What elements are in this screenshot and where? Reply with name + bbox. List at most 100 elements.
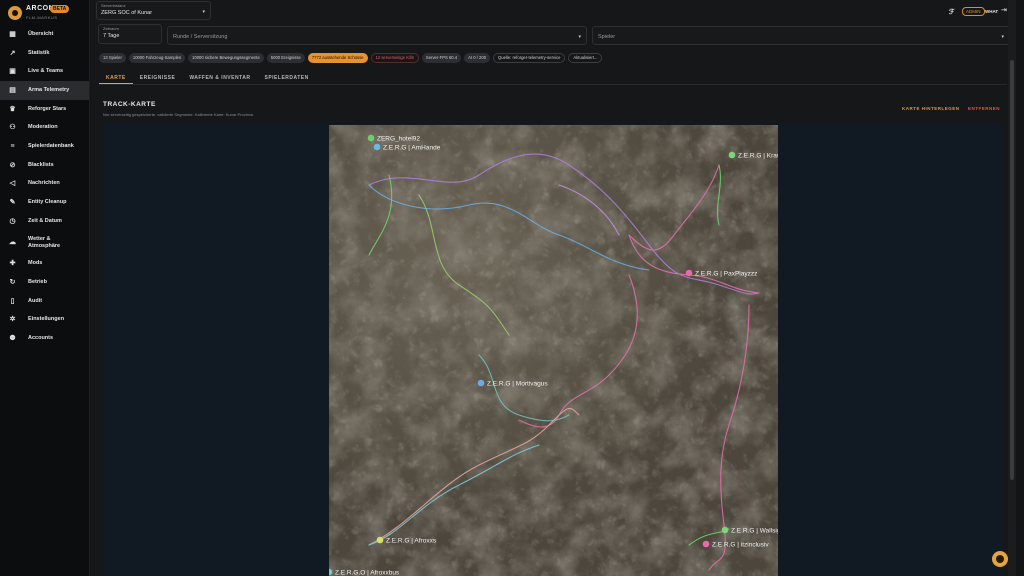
timeframe-value: 7 Tage: [103, 33, 120, 39]
remove-map-button[interactable]: ENTFERNEN: [968, 106, 1000, 111]
sidebar-item-audit[interactable]: ▯ Audit: [0, 292, 89, 311]
player-label: Z.E.R.G | KrawallAtze: [738, 153, 778, 160]
live-icon: ▣: [9, 68, 16, 76]
puzzle-icon: ✚: [9, 260, 16, 268]
sidebar-item-statistik[interactable]: ↗ Statistik: [0, 44, 89, 63]
sidebar-item-übersicht[interactable]: ▦ Übersicht: [0, 25, 89, 44]
timeframe-select[interactable]: Zeitraum 7 Tage: [98, 24, 162, 44]
player-dot[interactable]: [367, 134, 375, 142]
sidebar-item-label: Mods: [28, 260, 43, 267]
stat-chip: 12 serverseitige Kills: [370, 53, 419, 63]
assistant-fab-button[interactable]: [992, 551, 1008, 567]
round-select[interactable]: Runde / Serversitzung ▾: [167, 26, 587, 45]
player-marker[interactable]: Z.E.R.G.O | Afroxxbus: [329, 568, 400, 576]
player-marker[interactable]: Z.E.R.G | Wallsigosh: [721, 526, 778, 535]
tab-karte[interactable]: KARTE: [99, 72, 133, 84]
player-marker[interactable]: Z.E.R.G | AmHande: [373, 143, 441, 152]
user-name[interactable]: WHAT: [985, 9, 998, 18]
map-icon: ▤: [9, 86, 16, 94]
sidebar-item-nachrichten[interactable]: ◁ Nachrichten: [0, 175, 89, 194]
brand-logo-icon: [8, 6, 22, 20]
player-marker[interactable]: Z.E.R.G | PaxPlayzzz: [685, 269, 758, 278]
sidebar-item-label: Spielerdatenbank: [28, 142, 74, 149]
document-icon: ▯: [10, 297, 15, 305]
sidebar-item-zeit-datum[interactable]: ◷ Zeit & Datum: [0, 212, 89, 231]
tab-ereignisse[interactable]: EREIGNISSE: [133, 72, 183, 84]
timeframe-label: Zeitraum: [103, 26, 119, 31]
logout-icon[interactable]: ⇥: [1001, 6, 1007, 15]
sidebar-item-label: Betrieb: [28, 279, 47, 286]
tab-spielerdaten[interactable]: SPIELERDATEN: [258, 72, 316, 84]
map-container: ZERG_hotel92 Z.E.R.G | AmHande Z.E.R.G | K…: [103, 124, 1004, 576]
stat-chip: 13 Spieler: [99, 53, 126, 63]
accounts-icon: ⚉: [9, 335, 16, 343]
app-root: ARCON BETA FLM-MARKUS ▦ Übersicht ↗ Statist…: [0, 0, 1024, 576]
database-icon: ≡: [10, 142, 15, 150]
sidebar-item-label: Entity Cleanup: [28, 199, 67, 206]
server-select[interactable]: Serverinstanz ZERG SOC of Kunar ▾: [96, 1, 211, 20]
gear-icon: ✲: [9, 316, 16, 324]
player-label: Z.E.R.G | itzinclusiv: [712, 542, 769, 549]
player-dot[interactable]: [721, 526, 729, 534]
sidebar-item-label: Moderation: [28, 124, 58, 131]
player-marker[interactable]: Z.E.R.G | Afroxxs: [376, 536, 437, 545]
main-content: Serverinstanz ZERG SOC of Kunar ▾ Zeitra…: [91, 0, 1016, 576]
sidebar-item-label: Accounts: [28, 335, 54, 342]
beta-badge: BETA: [50, 5, 70, 13]
player-dot[interactable]: [702, 540, 710, 548]
brand[interactable]: ARCON BETA FLM-MARKUS: [8, 5, 88, 21]
sidebar-item-mods[interactable]: ✚ Mods: [0, 255, 89, 274]
server-select-value: ZERG SOC of Kunar: [101, 10, 153, 16]
sidebar-item-einstellungen[interactable]: ✲ Einstellungen: [0, 311, 89, 330]
chevron-down-icon: ▾: [578, 34, 581, 40]
tab-bar: KARTE EREIGNISSE WAFFEN & INVENTAR SPIELERD…: [99, 72, 1007, 85]
sidebar-item-label: Blacklists: [28, 161, 54, 168]
player-marker[interactable]: Z.E.R.G | itzinclusiv: [702, 540, 770, 549]
player-dot[interactable]: [685, 269, 693, 277]
megaphone-icon: ◁: [9, 180, 16, 188]
chart-icon: ↗: [9, 49, 16, 57]
notification-icon[interactable]: ℱ: [949, 8, 955, 17]
main-scrollbar[interactable]: [1008, 0, 1016, 576]
sidebar-item-entity-cleanup[interactable]: ✎ Entity Cleanup: [0, 193, 89, 212]
sidebar-item-blacklists[interactable]: ⊘ Blacklists: [0, 156, 89, 175]
map-terrain: ZERG_hotel92 Z.E.R.G | AmHande Z.E.R.G | K…: [329, 125, 778, 576]
player-label: Z.E.R.G | Mortivagus: [487, 381, 548, 388]
sidebar-item-label: Übersicht: [28, 30, 54, 37]
trash-icon: ✎: [9, 199, 16, 207]
sidebar-item-moderation[interactable]: ⚇ Moderation: [0, 118, 89, 137]
sidebar-item-spielerdatenbank[interactable]: ≡ Spielerdatenbank: [0, 137, 89, 156]
player-dot[interactable]: [373, 143, 381, 151]
stat-chip: Aktualisiert...: [568, 53, 603, 63]
save-map-button[interactable]: KARTE HINTERLEGEN: [902, 106, 960, 111]
stat-chip: 10000 Fahrzeug-Samples: [128, 53, 186, 63]
sidebar-item-wetter-atmosphäre[interactable]: ☁ Wetter & Atmosphäre: [0, 231, 89, 255]
player-dot[interactable]: [477, 379, 485, 387]
player-label: Z.E.R.G | PaxPlayzzz: [695, 271, 757, 278]
section-subtitle: Nur serverseitig gespeicherte, validiert…: [103, 112, 255, 117]
tab-waffen-inventar[interactable]: WAFFEN & INVENTAR: [182, 72, 257, 84]
section-title: TRACK-KARTE: [103, 101, 156, 108]
player-label: ZERG_hotel92: [377, 136, 420, 143]
clock-icon: ◷: [9, 217, 16, 225]
users-icon: ⚇: [9, 124, 16, 132]
sidebar-item-betrieb[interactable]: ↻ Betrieb: [0, 273, 89, 292]
sidebar-nav: ▦ Übersicht ↗ Statistik ▣ Live & Teams ▤ Arma T…: [0, 25, 89, 348]
sidebar-item-accounts[interactable]: ⚉ Accounts: [0, 329, 89, 348]
server-select-label: Serverinstanz: [101, 3, 126, 8]
role-badge: ADMIN: [962, 7, 985, 16]
stats-chips: 13 Spieler 10000 Fahrzeug-Samples 10000 si…: [99, 53, 603, 63]
sidebar-item-reforger-stars[interactable]: ♛ Reforger Stars: [0, 100, 89, 119]
sidebar-item-arma-telemetry[interactable]: ▤ Arma Telemetry: [0, 81, 89, 100]
player-dot[interactable]: [728, 151, 736, 159]
player-marker[interactable]: Z.E.R.G | Mortivagus: [477, 379, 549, 388]
sidebar-item-live-teams[interactable]: ▣ Live & Teams: [0, 62, 89, 81]
chevron-down-icon: ▾: [202, 9, 205, 15]
player-label: Z.E.R.G | Wallsigosh: [731, 528, 778, 535]
track-map[interactable]: ZERG_hotel92 Z.E.R.G | AmHande Z.E.R.G | K…: [329, 125, 778, 576]
sidebar-item-label: Audit: [28, 297, 43, 304]
chevron-down-icon: ▾: [1001, 34, 1004, 40]
scrollbar-thumb[interactable]: [1010, 60, 1014, 480]
player-select[interactable]: Spieler ▾: [592, 26, 1010, 45]
player-dot[interactable]: [376, 536, 384, 544]
